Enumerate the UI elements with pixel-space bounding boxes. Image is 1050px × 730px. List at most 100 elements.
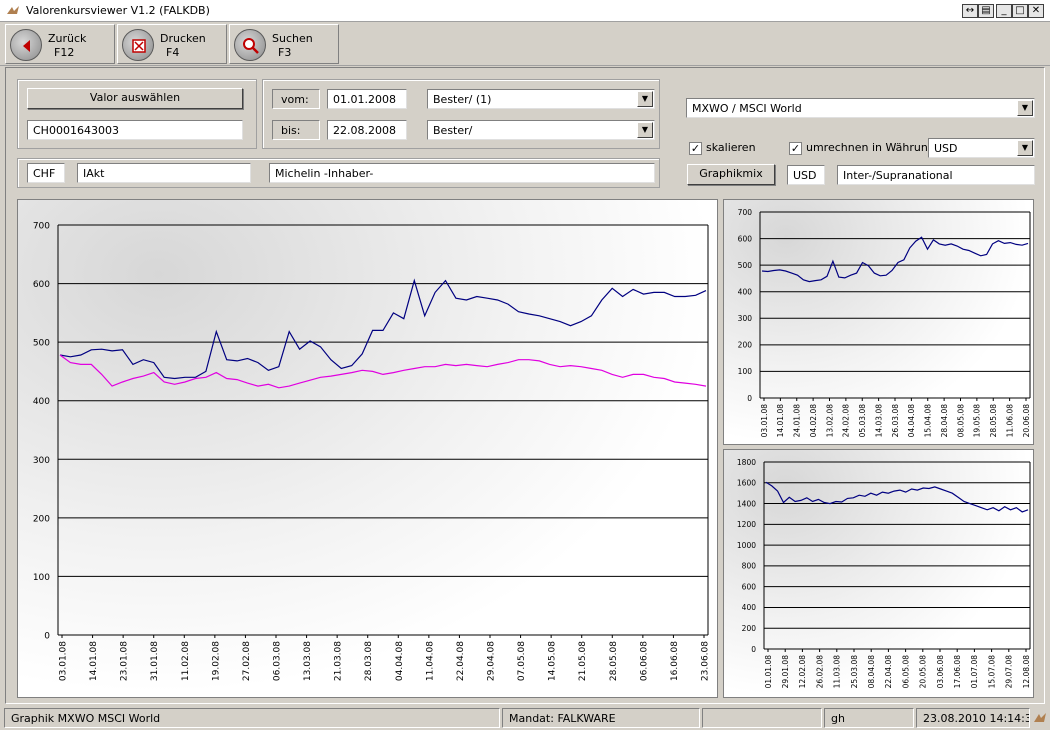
x-tick-label: 12.02.08 [798, 655, 807, 689]
app-icon [7, 6, 19, 14]
x-tick-label: 28.05.08 [609, 641, 619, 681]
search-button[interactable]: Suchen F3 [229, 24, 339, 64]
x-tick-label: 24.01.08 [793, 404, 802, 438]
title-bar: Valorenkursviewer V1.2 (FALKDB) ↔ ▤ _ □ … [0, 0, 1050, 22]
minimize-button[interactable]: _ [996, 4, 1012, 18]
y-tick-label: 200 [738, 341, 753, 350]
chevron-down-icon[interactable]: ▼ [637, 91, 653, 107]
index-chart-panel: 0 100 200 300 400 500 600 700 03.01.08 14.01.08 24… [723, 199, 1034, 445]
x-tick-label: 15.07.08 [987, 655, 996, 689]
x-tick-label: 25.03.08 [850, 655, 859, 689]
x-tick-label: 22.04.08 [884, 655, 893, 689]
x-tick-label: 01.07.08 [970, 655, 979, 689]
x-tick-label: 31.01.08 [150, 641, 160, 681]
index-select[interactable]: MXWO / MSCI World ▼ [686, 98, 1035, 118]
y-tick-label: 600 [738, 234, 753, 243]
x-tick-label: 14.05.08 [548, 641, 558, 681]
print-label: Drucken [160, 32, 206, 45]
x-tick-label: 05.03.08 [858, 404, 867, 438]
x-tick-label: 26.02.08 [815, 655, 824, 689]
y-tick-label: 1600 [737, 479, 756, 488]
window-title: Valorenkursviewer V1.2 (FALKDB) [26, 4, 210, 17]
status-empty [702, 708, 822, 728]
x-tick-label: 08.05.08 [956, 404, 965, 438]
x-tick-label: 03.01.08 [760, 404, 769, 438]
x-tick-label: 14.03.08 [874, 404, 883, 438]
restore-arrows-icon[interactable]: ↔ [962, 4, 978, 18]
y-tick-label: 500 [33, 339, 50, 349]
index-select-value: MXWO / MSCI World [692, 102, 802, 115]
umrechnen-label: umrechnen in Währung [806, 141, 935, 154]
valor-group: Valor auswählen CH0001643003 [17, 79, 257, 149]
x-tick-label: 13.02.08 [825, 404, 834, 438]
series-line-0 [765, 481, 1029, 513]
x-tick-label: 22.04.08 [456, 641, 466, 681]
vom-label: vom: [272, 89, 320, 109]
search-key: F3 [278, 46, 292, 59]
y-tick-label: 300 [738, 314, 753, 323]
currency-chart: 0 200 400 600 800 1000 1200 1400 1600 1800 01.01.0… [737, 458, 1031, 689]
x-tick-label: 23.06.08 [701, 641, 711, 681]
valor-field[interactable]: CH0001643003 [27, 120, 243, 140]
y-tick-label: 600 [742, 582, 757, 591]
search-label: Suchen [272, 32, 313, 45]
y-tick-label: 1000 [737, 541, 756, 550]
y-tick-label: 600 [33, 280, 50, 290]
search-icon [234, 29, 266, 61]
copy-icon[interactable]: ▤ [978, 4, 994, 18]
status-mandat: Mandat: FALKWARE [502, 708, 700, 728]
umrechnen-checkbox[interactable]: ✓ [789, 142, 802, 155]
security-name-field: Michelin -Inhaber- [269, 163, 655, 183]
x-tick-label: 14.01.08 [776, 404, 785, 438]
x-tick-label: 03.01.08 [59, 641, 69, 681]
x-tick-label: 14.01.08 [89, 641, 99, 681]
y-tick-label: 200 [33, 514, 50, 524]
back-button[interactable]: Zurück F12 [5, 24, 115, 64]
price-source-select-bottom[interactable]: Bester/ ▼ [427, 120, 655, 140]
x-tick-label: 03.06.08 [936, 655, 945, 689]
x-tick-label: 27.02.08 [242, 641, 252, 681]
maximize-button[interactable]: □ [1012, 4, 1028, 18]
x-tick-label: 11.03.08 [833, 655, 842, 689]
x-tick-label: 08.04.08 [867, 655, 876, 689]
chevron-down-icon[interactable]: ▼ [637, 122, 653, 138]
skalieren-checkbox[interactable]: ✓ [689, 142, 702, 155]
y-tick-label: 400 [742, 603, 757, 612]
chevron-down-icon[interactable]: ▼ [1017, 140, 1033, 156]
y-tick-label: 1800 [737, 458, 756, 467]
y-tick-label: 500 [738, 261, 753, 270]
type-field: IAkt [77, 163, 251, 183]
bis-date-field[interactable]: 22.08.2008 [327, 120, 407, 140]
currency-select[interactable]: USD ▼ [928, 138, 1035, 158]
x-tick-label: 29.07.08 [1005, 655, 1014, 689]
x-tick-label: 11.02.08 [181, 641, 191, 681]
chevron-down-icon[interactable]: ▼ [1017, 100, 1033, 116]
status-user: gh [824, 708, 914, 728]
y-tick-label: 0 [44, 632, 50, 642]
graphikmix-button[interactable]: Graphikmix [687, 164, 775, 185]
series-line-0 [761, 236, 1029, 283]
main-chart: 0 100 200 300 400 500 600 700 03.01.08 14.01.08 23… [33, 222, 711, 682]
y-tick-label: 200 [742, 624, 757, 633]
select-valor-button[interactable]: Valor auswählen [27, 88, 243, 109]
x-tick-label: 06.05.08 [901, 655, 910, 689]
x-tick-label: 28.03.08 [364, 641, 374, 681]
vom-date-field[interactable]: 01.01.2008 [327, 89, 407, 109]
x-tick-label: 04.04.08 [907, 404, 916, 438]
status-graphik: Graphik MXWO MSCI World [4, 708, 500, 728]
currency-chart-panel: 0 200 400 600 800 1000 1200 1400 1600 1800 01.01.0… [723, 449, 1034, 698]
resize-grip-icon[interactable] [1032, 710, 1048, 726]
print-button[interactable]: Drucken F4 [117, 24, 227, 64]
close-button[interactable]: ✕ [1028, 4, 1044, 18]
x-tick-label: 04.02.08 [809, 404, 818, 438]
series-line-1 [59, 354, 707, 389]
price-source-top-value: Bester/ (1) [433, 93, 492, 106]
price-source-select-top[interactable]: Bester/ (1) ▼ [427, 89, 655, 109]
x-tick-label: 07.05.08 [517, 641, 527, 681]
skalieren-label: skalieren [706, 141, 756, 154]
date-group: vom: 01.01.2008 Bester/ (1) ▼ bis: 22.08… [262, 79, 660, 149]
x-tick-label: 13.03.08 [303, 641, 313, 681]
index-region-field: Inter-/Supranational [837, 165, 1035, 185]
currency-select-value: USD [934, 142, 958, 155]
series-line-0 [59, 278, 707, 380]
